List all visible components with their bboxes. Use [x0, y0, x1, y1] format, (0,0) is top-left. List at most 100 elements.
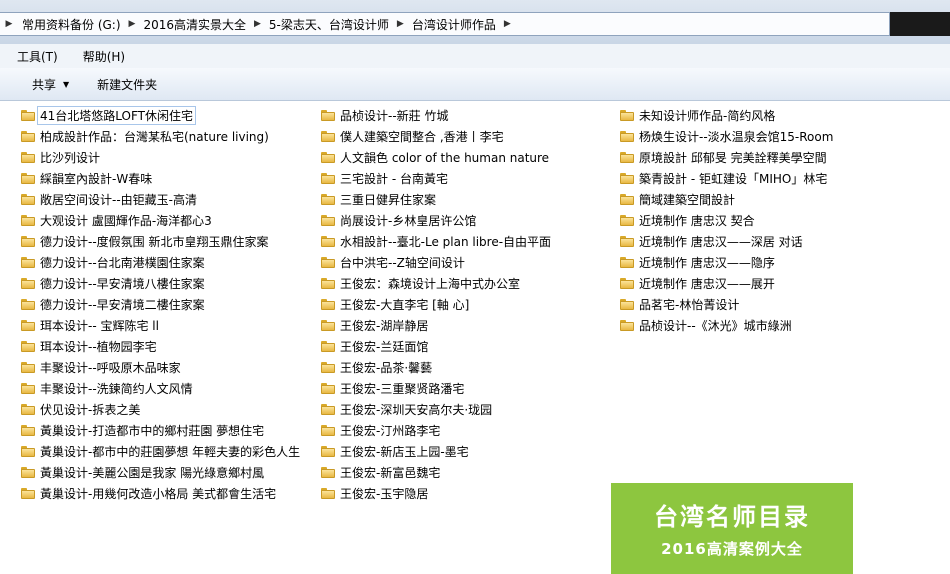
- folder-item[interactable]: 黃巢设计-都市中的莊園夢想 年輕夫妻的彩色人生: [21, 441, 300, 462]
- chevron-left-icon[interactable]: ▶: [0, 19, 18, 29]
- folder-item[interactable]: 珥本设计-- 宝辉陈宅 ll: [21, 315, 300, 336]
- folder-item[interactable]: 人文韻色 color of the human nature: [321, 147, 551, 168]
- folder-item[interactable]: 德力设计--台北南港樸園住家案: [21, 252, 300, 273]
- folder-item[interactable]: 王俊宏-三重聚贤路潘宅: [321, 378, 551, 399]
- folder-icon: [620, 110, 634, 121]
- folder-item[interactable]: 原境設計 邱郁旻 完美詮釋美學空間: [620, 147, 833, 168]
- folder-item[interactable]: 珥本设计--植物园李宅: [21, 336, 300, 357]
- folder-item[interactable]: 近境制作 唐忠汉——展开: [620, 273, 833, 294]
- folder-item[interactable]: 王俊宏-新店玉上园-墨宅: [321, 441, 551, 462]
- folder-icon: [21, 404, 35, 415]
- breadcrumb-1[interactable]: 常用资料备份 (G:) ▶: [18, 13, 139, 35]
- folder-item[interactable]: 王俊宏-兰廷面馆: [321, 336, 551, 357]
- folder-name: 德力设计--早安清境二樓住家案: [40, 298, 205, 312]
- folder-item[interactable]: 41台北塔悠路LOFT休闲住宅: [21, 105, 300, 126]
- folder-icon: [321, 194, 335, 205]
- folder-icon: [21, 362, 35, 373]
- folder-item[interactable]: 杨焕生设计--淡水温泉会馆15-Room: [620, 126, 833, 147]
- folder-name: 德力设计--早安清境八樓住家案: [40, 277, 205, 291]
- folder-item[interactable]: 品桢设计--《沐光》城市綠洲: [620, 315, 833, 336]
- folder-icon: [21, 131, 35, 142]
- folder-item[interactable]: 黃巢设计-用幾何改造小格局 美式都會生活宅: [21, 483, 300, 504]
- folder-item[interactable]: 伏见设计-拆表之美: [21, 399, 300, 420]
- folder-item[interactable]: 簡域建築空間設計: [620, 189, 833, 210]
- folder-item[interactable]: 未知设计师作品-简约风格: [620, 105, 833, 126]
- folder-item[interactable]: 王俊宏-玉宇隐居: [321, 483, 551, 504]
- share-button[interactable]: 共享 ▼: [24, 76, 77, 93]
- folder-item[interactable]: 德力设计--早安清境二樓住家案: [21, 294, 300, 315]
- folder-icon: [321, 215, 335, 226]
- folder-item[interactable]: 德力设计--早安清境八樓住家案: [21, 273, 300, 294]
- folder-icon: [21, 488, 35, 499]
- folder-icon: [21, 215, 35, 226]
- breadcrumb-2[interactable]: 2016高清实景大全 ▶: [139, 13, 264, 35]
- folder-item[interactable]: 柏成設計作品：台灣某私宅(nature living): [21, 126, 300, 147]
- menu-bar: 工具(T) 帮助(H): [0, 44, 950, 69]
- folder-icon: [21, 194, 35, 205]
- folder-name: 王俊宏-三重聚贤路潘宅: [340, 382, 465, 396]
- chevron-right-icon[interactable]: ▶: [393, 19, 408, 29]
- folder-item[interactable]: 三重日健昇住家案: [321, 189, 551, 210]
- folder-item[interactable]: 王俊宏-品茶·馨藝: [321, 357, 551, 378]
- folder-item[interactable]: 王俊宏：森境设计上海中式办公室: [321, 273, 551, 294]
- folder-item[interactable]: 築青設計 - 钜虹建设「MIHO」林宅: [620, 168, 833, 189]
- folder-icon: [321, 257, 335, 268]
- menu-tools[interactable]: 工具(T): [9, 48, 66, 65]
- folder-item[interactable]: 水相設計--臺北-Le plan libre-自由平面: [321, 231, 551, 252]
- folder-item[interactable]: 王俊宏-深圳天安高尔夫·珑园: [321, 399, 551, 420]
- breadcrumb-3[interactable]: 5-梁志天、台湾设计师 ▶: [265, 13, 408, 35]
- folder-item[interactable]: 王俊宏-大直李宅 [軸 心]: [321, 294, 551, 315]
- folder-name: 王俊宏-深圳天安高尔夫·珑园: [340, 403, 493, 417]
- address-bar-area: ▶ 常用资料备份 (G:) ▶ 2016高清实景大全 ▶ 5-梁志天、台湾设计师 ▶ …: [0, 0, 950, 44]
- folder-icon: [321, 131, 335, 142]
- chevron-right-icon[interactable]: ▶: [500, 19, 515, 29]
- file-column-2: 品桢设计--新莊 竹城 僕人建築空間整合 ,香港丨李宅 人文韻色 color of …: [321, 105, 551, 504]
- folder-item[interactable]: 比沙列设计: [21, 147, 300, 168]
- folder-name: 德力设计--台北南港樸園住家案: [40, 256, 205, 270]
- folder-item[interactable]: 王俊宏-新富邑魏宅: [321, 462, 551, 483]
- folder-item[interactable]: 黃巢设计-美麗公園是我家 陽光綠意鄉村風: [21, 462, 300, 483]
- caret-down-icon: ▼: [63, 79, 70, 89]
- folder-icon: [620, 152, 634, 163]
- folder-name: 王俊宏-汀州路李宅: [340, 424, 441, 438]
- folder-icon: [321, 488, 335, 499]
- folder-item[interactable]: 品桢设计--新莊 竹城: [321, 105, 551, 126]
- folder-name: 近境制作 唐忠汉——深居 对话: [639, 235, 803, 249]
- folder-item[interactable]: 近境制作 唐忠汉——深居 对话: [620, 231, 833, 252]
- new-folder-button[interactable]: 新建文件夹: [89, 76, 165, 93]
- folder-icon: [321, 446, 335, 457]
- folder-item[interactable]: 黃巢设计-打造都市中的鄉村莊園 夢想住宅: [21, 420, 300, 441]
- folder-item[interactable]: 敞居空间设计--由钜藏玉-高清: [21, 189, 300, 210]
- folder-name: 比沙列设计: [40, 151, 101, 165]
- folder-item[interactable]: 丰聚设计--洗鍊简约人文风情: [21, 378, 300, 399]
- folder-item[interactable]: 台中洪宅--Z轴空间设计: [321, 252, 551, 273]
- folder-item[interactable]: 近境制作 唐忠汉 契合: [620, 210, 833, 231]
- folder-item[interactable]: 三宅設計 - 台南黃宅: [321, 168, 551, 189]
- folder-item[interactable]: 品茗宅-林怡菁设计: [620, 294, 833, 315]
- folder-icon: [620, 236, 634, 247]
- breadcrumb-4[interactable]: 台湾设计师作品 ▶: [408, 13, 515, 35]
- folder-item[interactable]: 綵韻室內設計-W春味: [21, 168, 300, 189]
- promo-banner: 台湾名师目录 2016高清案例大全: [611, 483, 853, 574]
- folder-item[interactable]: 僕人建築空間整合 ,香港丨李宅: [321, 126, 551, 147]
- folder-item[interactable]: 近境制作 唐忠汉——隐序: [620, 252, 833, 273]
- folder-icon: [321, 404, 335, 415]
- folder-icon: [620, 131, 634, 142]
- folder-name: 王俊宏-兰廷面馆: [340, 340, 429, 354]
- folder-name: 王俊宏：森境设计上海中式办公室: [340, 277, 521, 291]
- folder-item[interactable]: 德力设计--度假氛围 新北市皇翔玉鼎住家案: [21, 231, 300, 252]
- folder-name: 近境制作 唐忠汉 契合: [639, 214, 755, 228]
- folder-item[interactable]: 丰聚设计--呼吸原木品味家: [21, 357, 300, 378]
- folder-icon: [21, 467, 35, 478]
- folder-item[interactable]: 王俊宏-汀州路李宅: [321, 420, 551, 441]
- address-bar[interactable]: ▶ 常用资料备份 (G:) ▶ 2016高清实景大全 ▶ 5-梁志天、台湾设计师 ▶ …: [0, 12, 890, 36]
- chevron-right-icon[interactable]: ▶: [125, 19, 140, 29]
- folder-item[interactable]: 王俊宏-湖岸静居: [321, 315, 551, 336]
- file-column-1: 41台北塔悠路LOFT休闲住宅 柏成設計作品：台灣某私宅(nature livin…: [21, 105, 300, 504]
- folder-item[interactable]: 尚展设计-乡林皇居许公馆: [321, 210, 551, 231]
- folder-icon: [620, 278, 634, 289]
- folder-name: 王俊宏-新富邑魏宅: [340, 466, 441, 480]
- folder-item[interactable]: 大观设计 盧國輝作品-海洋都心3: [21, 210, 300, 231]
- menu-help[interactable]: 帮助(H): [75, 48, 133, 65]
- chevron-right-icon[interactable]: ▶: [250, 19, 265, 29]
